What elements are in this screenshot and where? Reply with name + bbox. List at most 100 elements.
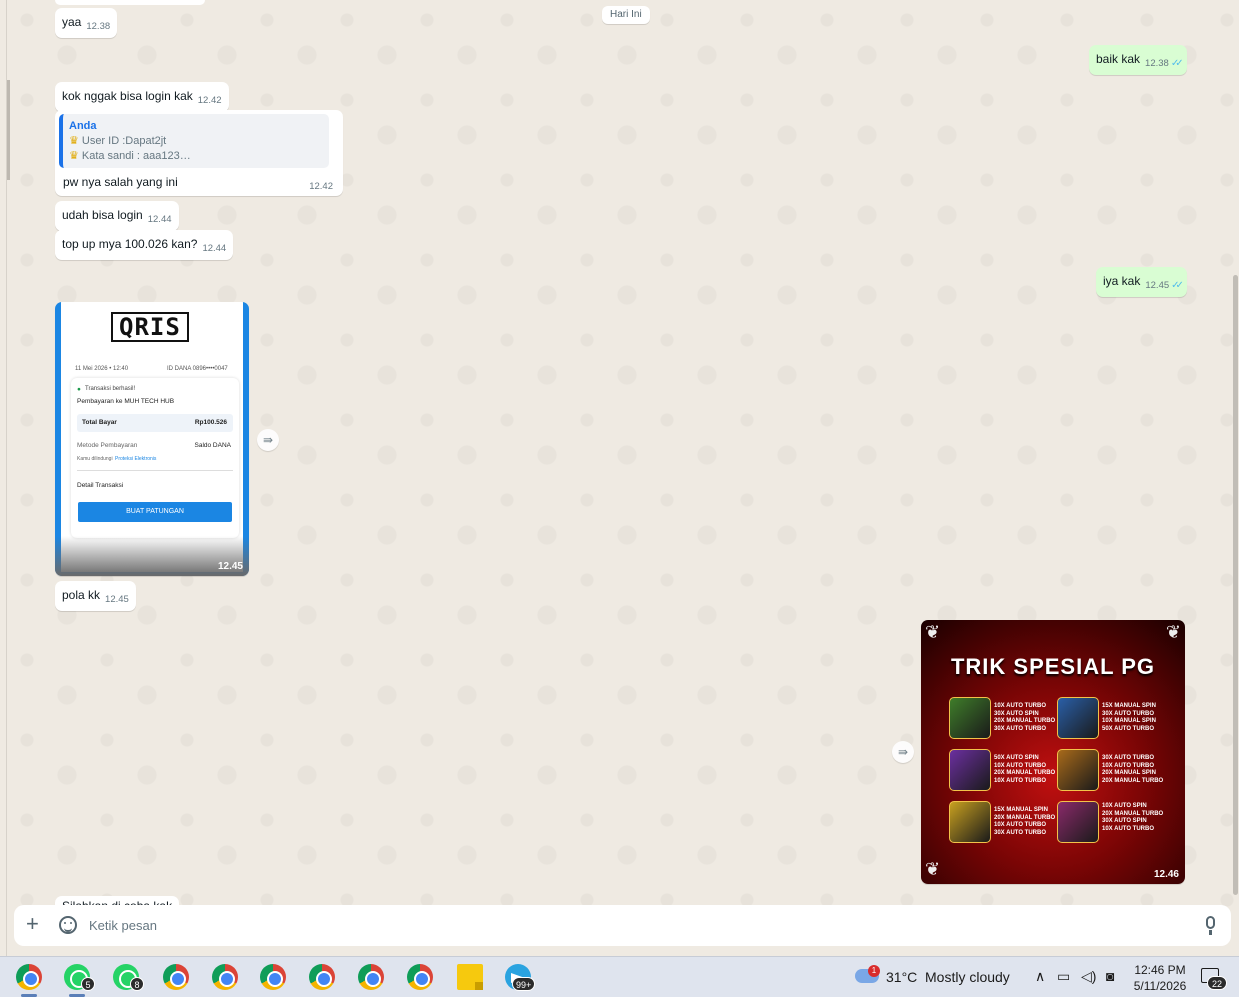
message-text: udah bisa login	[62, 208, 143, 222]
chrome-profile-icon[interactable]	[309, 964, 335, 990]
receipt-divider	[77, 470, 233, 471]
receipt-payee: Pembayaran ke MUH TECH HUB	[77, 398, 175, 405]
telegram-badge: 99+	[512, 977, 536, 991]
reply-body: pw nya salah yang ini 12.42	[59, 174, 339, 192]
qris-logo: QRIS	[111, 312, 189, 342]
chrome-profile-icon[interactable]	[260, 964, 286, 990]
chrome-profile-icon[interactable]	[407, 964, 433, 990]
chevron-up-icon[interactable]: ∧	[1035, 968, 1045, 985]
message-bubble-partial-top	[55, 0, 205, 5]
message-text: kok nggak bisa login kak	[62, 89, 193, 103]
forward-icon[interactable]: ⇛	[892, 741, 914, 763]
receipt-method-value: Saldo DANA	[194, 442, 232, 449]
message-time: 12.44	[147, 214, 172, 225]
message-in-3[interactable]: udah bisa login 12.44	[55, 201, 179, 231]
receipt-detail-label: Detail Transaksi	[77, 482, 124, 489]
attach-plus-icon[interactable]: +	[26, 913, 39, 935]
receipt-image[interactable]: QRIS 11 Mei 2026 • 12:40 ID DANA 0896•••…	[55, 302, 249, 576]
temperature[interactable]: 31°C	[886, 969, 917, 985]
clock-time: 12:46 PM	[1134, 963, 1186, 977]
meet-now-icon[interactable]: ◙	[1106, 968, 1114, 984]
chat-scrollbar[interactable]	[1231, 0, 1239, 900]
chrome-profile-icon[interactable]	[212, 964, 238, 990]
quote-author: Anda	[69, 120, 97, 132]
weather-condition[interactable]: Mostly cloudy	[925, 969, 1010, 985]
network-icon[interactable]: ▭	[1057, 968, 1070, 985]
clock-date: 5/11/2026	[1133, 979, 1187, 993]
crown-icon: ♛	[69, 135, 79, 147]
success-icon: ●	[77, 386, 81, 393]
windows-taskbar: 5 8 99+ 1 31°C Mostly cloudy ∧ ▭ ◁) ◙ 12…	[0, 956, 1239, 997]
message-text: top up mya 100.026 kan?	[62, 237, 198, 251]
image-message-promo[interactable]: ❦ ❦ ❦ TRIK SPESIAL PG 10X AUTO TURBO 30X …	[921, 620, 1185, 884]
game-pattern-1: 10X AUTO TURBO 30X AUTO SPIN 20X MANUAL TU…	[994, 703, 1056, 732]
left-scrollbar[interactable]	[7, 80, 10, 180]
crown-icon: ♛	[69, 150, 79, 162]
quote-line-1: ♛ User ID :Dapat2jt	[69, 135, 167, 147]
chrome-icon[interactable]	[16, 964, 42, 990]
read-ticks-icon: ✓✓	[1171, 280, 1184, 291]
receipt-paper: QRIS 11 Mei 2026 • 12:40 ID DANA 0896•••…	[61, 302, 243, 572]
system-clock[interactable]: 12:46 PM 5/11/2026	[1128, 962, 1192, 994]
game-pattern-6: 10X AUTO SPIN 20X MANUAL TURBO 30X AUTO SP…	[1102, 803, 1164, 832]
message-in-4[interactable]: top up mya 100.026 kan? 12.44	[55, 230, 234, 260]
receipt-method-label: Metode Pembayaran	[77, 442, 138, 449]
game-pattern-2: 15X MANUAL SPIN 30X AUTO TURBO 10X MANUAL …	[1102, 703, 1156, 732]
ornament-icon: ❦	[1165, 622, 1181, 642]
message-input[interactable]	[89, 915, 1169, 935]
message-text: baik kak	[1096, 52, 1141, 66]
message-time: 12.45	[1145, 280, 1170, 291]
chat-panel: Hari Ini yaa 12.38 baik kak 12.38 ✓✓ kok ng…	[6, 0, 1239, 956]
whatsapp-badge: 8	[130, 977, 144, 991]
read-ticks-icon: ✓✓	[1170, 58, 1184, 69]
receipt-date: 11 Mei 2026 • 12:40	[75, 366, 129, 372]
notification-badge: 22	[1207, 976, 1227, 990]
promo-image[interactable]: ❦ ❦ ❦ TRIK SPESIAL PG 10X AUTO TURBO 30X …	[921, 620, 1185, 884]
receipt-account: ID DANA 0896••••0047	[167, 366, 228, 372]
message-text: pola kk	[62, 588, 101, 602]
game-pattern-4: 30X AUTO TURBO 10X AUTO TURBO 20X MANUAL S…	[1102, 755, 1164, 784]
game-pattern-3: 50X AUTO SPIN 10X AUTO TURBO 20X MANUAL TU…	[994, 755, 1056, 784]
game-thumbnail-3	[949, 749, 991, 791]
image-time: 12.45	[217, 561, 243, 572]
forward-icon[interactable]: ⇛	[257, 429, 279, 451]
whatsapp-badge: 5	[81, 977, 95, 991]
sticky-notes-icon[interactable]	[457, 964, 483, 990]
message-out-2[interactable]: iya kak 12.45 ✓✓	[1096, 267, 1187, 297]
game-thumbnail-6	[1057, 801, 1099, 843]
quote-line-2: ♛ Kata sandi : aaa123…	[69, 150, 191, 162]
chrome-profile-icon[interactable]	[358, 964, 384, 990]
receipt-card: ● Transaksi berhasil! Pembayaran ke MUH …	[71, 378, 239, 538]
ornament-icon: ❦	[925, 859, 941, 879]
message-in-1[interactable]: yaa 12.38	[55, 8, 118, 38]
receipt-total-row: Total Bayar Rp100.526	[77, 414, 233, 432]
message-in-2[interactable]: kok nggak bisa login kak 12.42	[55, 82, 229, 112]
chat-scrollbar-thumb[interactable]	[1233, 275, 1238, 895]
receipt-total-label: Total Bayar	[82, 419, 117, 426]
game-thumbnail-4	[1057, 749, 1099, 791]
message-text: iya kak	[1103, 274, 1141, 288]
message-out-1[interactable]: baik kak 12.38 ✓✓	[1089, 45, 1187, 75]
message-time: 12.45	[105, 594, 129, 605]
weather-badge: 1	[868, 965, 880, 977]
volume-icon[interactable]: ◁)	[1081, 968, 1096, 985]
receipt-patungan-button: BUAT PATUNGAN	[78, 502, 232, 522]
message-time: 12.38	[1145, 58, 1169, 69]
receipt-status: Transaksi berhasil!	[85, 386, 136, 392]
message-time: 12.38	[86, 21, 111, 32]
message-in-reply[interactable]: Anda ♛ User ID :Dapat2jt ♛ Kata sandi : aa…	[55, 110, 343, 196]
game-thumbnail-5	[949, 801, 991, 843]
message-in-5[interactable]: pola kk 12.45	[55, 581, 136, 611]
promo-title: TRIK SPESIAL PG	[950, 654, 1156, 679]
emoji-sticker-icon[interactable]	[59, 916, 77, 934]
image-message-receipt[interactable]: QRIS 11 Mei 2026 • 12:40 ID DANA 0896•••…	[55, 302, 249, 576]
image-time: 12.46	[1153, 869, 1179, 880]
quoted-message[interactable]: Anda ♛ User ID :Dapat2jt ♛ Kata sandi : aa…	[59, 114, 329, 168]
chrome-profile-icon[interactable]	[163, 964, 189, 990]
message-time: 12.42	[197, 95, 222, 106]
microphone-icon[interactable]	[1206, 916, 1215, 935]
message-time: 12.44	[202, 243, 227, 254]
game-thumbnail-2	[1057, 697, 1099, 739]
ornament-icon: ❦	[925, 622, 941, 642]
game-thumbnail-1	[949, 697, 991, 739]
